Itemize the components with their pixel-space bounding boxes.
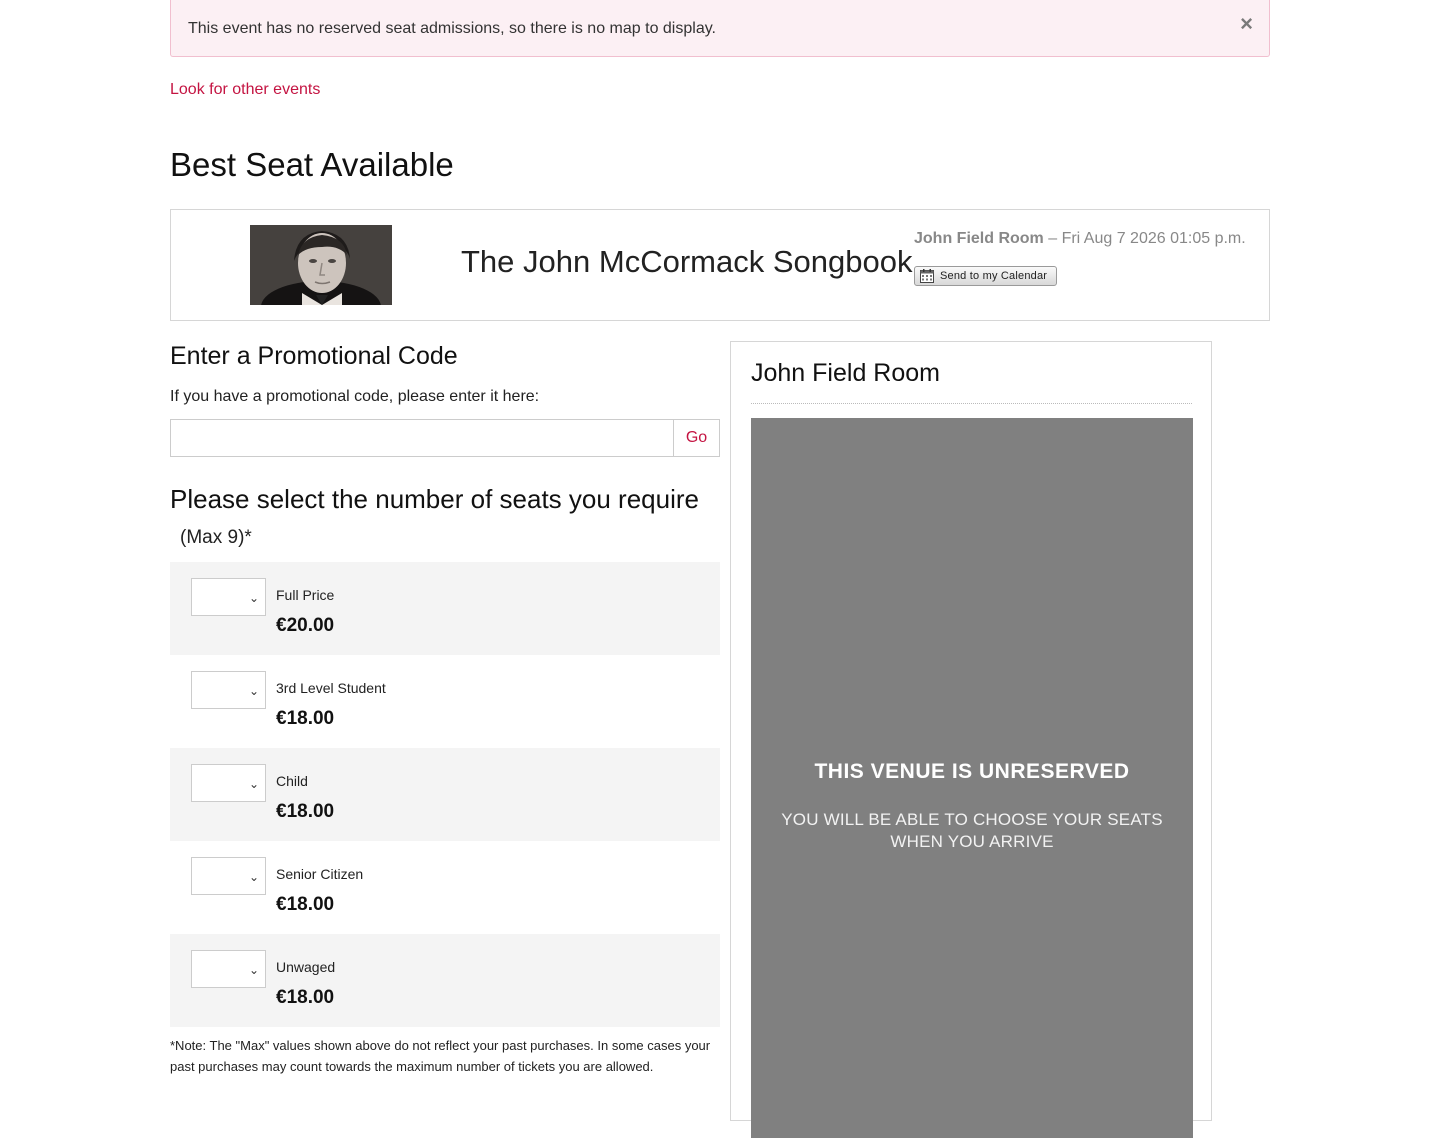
venue-title: John Field Room: [751, 359, 940, 387]
event-panel: The John McCormack Songbook John Field R…: [170, 209, 1270, 321]
other-events-link[interactable]: Look for other events: [170, 81, 320, 99]
ticket-price: €18.00: [276, 987, 335, 1008]
ticket-price: €20.00: [276, 615, 335, 636]
info-alert: This event has no reserved seat admissio…: [170, 0, 1270, 57]
ticket-type: 3rd Level Student: [276, 680, 386, 696]
ticket-row: ⌄ Unwaged €18.00: [170, 934, 720, 1027]
ticket-type: Full Price: [276, 587, 335, 603]
ticket-row: ⌄ Senior Citizen €18.00: [170, 841, 720, 934]
promo-heading: Enter a Promotional Code: [170, 342, 458, 370]
calendar-icon: [920, 269, 934, 283]
chevron-down-icon: ⌄: [248, 591, 259, 605]
max-footnote: *Note: The "Max" values shown above do n…: [170, 1038, 711, 1074]
send-to-calendar-button[interactable]: Send to my Calendar: [914, 266, 1057, 286]
ticket-list: ⌄ Full Price €20.00 ⌄ 3rd Level Student …: [170, 562, 720, 1027]
venue-panel: John Field Room THIS VENUE IS UNRESERVED…: [730, 341, 1212, 1138]
divider: [751, 403, 1192, 404]
calendar-button-label: Send to my Calendar: [940, 270, 1048, 282]
quantity-select[interactable]: ⌄: [191, 857, 266, 895]
ticket-row: ⌄ Full Price €20.00: [170, 562, 720, 655]
event-datetime: – Fri Aug 7 2026 01:05 p.m.: [1048, 230, 1246, 247]
quantity-select[interactable]: ⌄: [191, 671, 266, 709]
event-venue: John Field Room: [914, 230, 1044, 247]
event-name: The John McCormack Songbook: [461, 244, 913, 279]
chevron-down-icon: ⌄: [248, 870, 259, 884]
map-subtext-line: YOU WILL BE ABLE TO CHOOSE YOUR SEATS: [781, 810, 1163, 829]
chevron-down-icon: ⌄: [248, 777, 259, 791]
chevron-down-icon: ⌄: [248, 963, 259, 977]
event-photo: [250, 225, 392, 305]
quantity-select[interactable]: ⌄: [191, 950, 266, 988]
ticket-type: Child: [276, 773, 308, 789]
page-title: Best Seat Available: [170, 146, 454, 183]
ticket-type: Unwaged: [276, 959, 336, 975]
max-seats-note: (Max 9)*: [180, 527, 252, 548]
map-subtext: YOU WILL BE ABLE TO CHOOSE YOUR SEATS WH…: [751, 809, 1193, 853]
alert-message: This event has no reserved seat admissio…: [188, 20, 716, 37]
quantity-select[interactable]: ⌄: [191, 578, 266, 616]
map-headline: THIS VENUE IS UNRESERVED: [814, 760, 1130, 783]
ticket-price: €18.00: [276, 708, 335, 729]
ticket-price: €18.00: [276, 801, 335, 822]
map-subtext-line: WHEN YOU ARRIVE: [890, 832, 1054, 851]
ticket-row: ⌄ Child €18.00: [170, 748, 720, 841]
promo-go-button[interactable]: Go: [673, 419, 720, 457]
venue-map-image: THIS VENUE IS UNRESERVED YOU WILL BE ABL…: [751, 418, 1193, 1138]
ticket-row: ⌄ 3rd Level Student €18.00: [170, 655, 720, 748]
ticket-price: €18.00: [276, 894, 335, 915]
chevron-down-icon: ⌄: [248, 684, 259, 698]
seats-heading: Please select the number of seats you re…: [170, 484, 699, 514]
quantity-select[interactable]: ⌄: [191, 764, 266, 802]
close-icon[interactable]: ×: [1240, 12, 1253, 36]
ticket-type: Senior Citizen: [276, 866, 364, 882]
promo-code-input[interactable]: [170, 419, 674, 457]
promo-description: If you have a promotional code, please e…: [170, 388, 540, 405]
event-meta: John Field Room – Fri Aug 7 2026 01:05 p…: [914, 230, 1246, 248]
